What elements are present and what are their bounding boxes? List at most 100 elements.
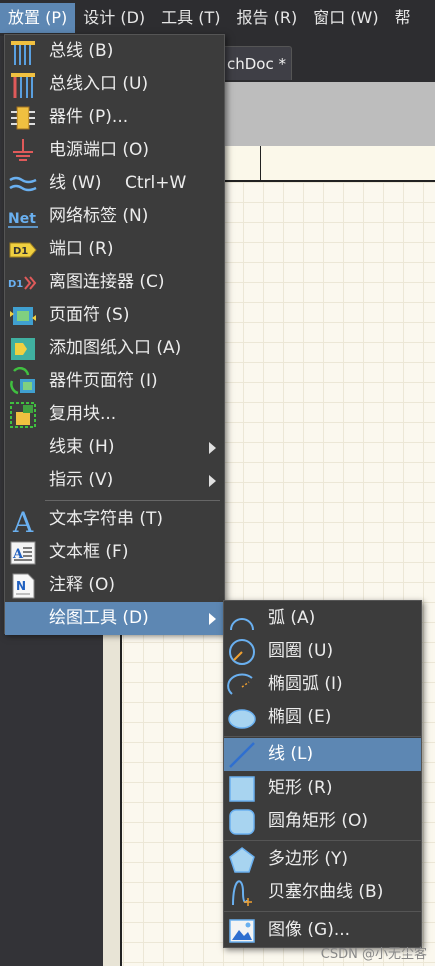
submenu-item-line[interactable]: 线 (L) [224, 738, 421, 771]
submenu-arrow-icon [209, 442, 216, 454]
menu-help[interactable]: 帮 [387, 3, 419, 33]
round-rectangle-icon [229, 809, 255, 835]
svg-text:N: N [16, 579, 26, 593]
power-port-icon [13, 139, 33, 161]
menu-separator [224, 911, 421, 912]
menu-separator [45, 500, 220, 501]
menu-item-note[interactable]: N 注释 (O) [5, 569, 224, 602]
submenu-item-label: 椭圆 (E) [268, 707, 332, 727]
net-label-icon: Net [8, 211, 38, 228]
menu-item-power-port[interactable]: 电源端口 (O) [5, 134, 224, 167]
menu-item-label: 总线 (B) [49, 41, 114, 61]
menu-place[interactable]: 放置 (P) [0, 3, 76, 33]
menu-item-net-label[interactable]: Net 网络标签 (N) [5, 200, 224, 233]
menu-item-label: 离图连接器 (C) [49, 272, 165, 292]
rectangle-icon [229, 776, 255, 802]
submenu-item-label: 圆角矩形 (O) [268, 811, 369, 831]
text-frame-icon: A [10, 541, 36, 565]
submenu-item-round-rectangle[interactable]: 圆角矩形 (O) [224, 805, 421, 838]
submenu-item-arc[interactable]: 弧 (A) [224, 602, 421, 635]
drawing-tools-submenu: 弧 (A) 圆圈 (U) 椭圆弧 (I) 椭圆 (E) 线 (L) 矩形 (R) [223, 600, 422, 948]
menu-item-label: 指示 (V) [49, 470, 114, 490]
device-sheet-symbol-icon [10, 367, 35, 395]
submenu-arrow-icon [209, 475, 216, 487]
menu-item-label: 文本字符串 (T) [49, 509, 164, 529]
menu-reports[interactable]: 报告 (R) [229, 3, 306, 33]
menu-item-reuse-block[interactable]: 复用块... [5, 398, 224, 431]
menu-item-sheet-symbol[interactable]: 页面符 (S) [5, 299, 224, 332]
submenu-item-label: 椭圆弧 (I) [268, 674, 343, 694]
bus-icon [11, 41, 35, 65]
submenu-item-label: 矩形 (R) [268, 778, 333, 798]
sheet-entry-icon [11, 338, 35, 360]
arc-icon [230, 618, 254, 631]
menu-bar: 放置 (P) 设计 (D) 工具 (T) 报告 (R) 窗口 (W) 帮 [0, 0, 435, 36]
menu-item-label: 复用块... [49, 404, 117, 424]
polygon-icon [229, 847, 255, 873]
menu-item-label: 器件页面符 (I) [49, 371, 158, 391]
svg-text:Net: Net [8, 211, 36, 227]
submenu-item-bezier[interactable]: 贝塞尔曲线 (B) [224, 876, 421, 909]
place-menu: 总线 (B) 总线入口 (U) 器件 (P)... 电源端口 (O) 线 (W)… [4, 34, 225, 635]
menu-item-label: 添加图纸入口 (A) [49, 338, 182, 358]
menu-item-off-sheet-connector[interactable]: D1 离图连接器 (C) [5, 266, 224, 299]
menu-item-label: 线 (W) [49, 173, 102, 193]
menu-item-text-frame[interactable]: A 文本框 (F) [5, 536, 224, 569]
menu-item-add-sheet-entry[interactable]: 添加图纸入口 (A) [5, 332, 224, 365]
menu-item-label: 注释 (O) [49, 575, 116, 595]
sheet-symbol-icon [10, 307, 36, 325]
menu-item-label: 总线入口 (U) [49, 74, 149, 94]
text-string-icon: A [12, 506, 34, 535]
menu-item-text-string[interactable]: A 文本字符串 (T) [5, 503, 224, 536]
document-tab[interactable]: chDoc * [216, 46, 292, 80]
note-icon: N [12, 573, 35, 599]
menu-item-part[interactable]: 器件 (P)... [5, 101, 224, 134]
menu-item-label: 文本框 (F) [49, 542, 129, 562]
elliptical-arc-icon [227, 673, 253, 695]
image-icon [229, 919, 255, 943]
shortcut-label: Ctrl+W [125, 173, 187, 193]
ellipse-icon [228, 709, 256, 729]
reuse-block-icon [10, 402, 36, 428]
submenu-item-circle[interactable]: 圆圈 (U) [224, 635, 421, 668]
menu-design[interactable]: 设计 (D) [75, 3, 153, 33]
menu-item-drawing-tools[interactable]: 绘图工具 (D) [5, 602, 224, 635]
menu-item-label: 电源端口 (O) [49, 140, 150, 160]
circle-icon [229, 639, 255, 665]
submenu-item-ellipse[interactable]: 椭圆 (E) [224, 701, 421, 734]
menu-tools[interactable]: 工具 (T) [153, 3, 228, 33]
port-icon: D1 [9, 242, 37, 258]
menu-window[interactable]: 窗口 (W) [305, 3, 386, 33]
bezier-icon [232, 880, 252, 906]
menu-item-device-sheet-symbol[interactable]: 器件页面符 (I) [5, 365, 224, 398]
bus-entry-icon [11, 73, 35, 98]
menu-item-directives[interactable]: 指示 (V) [5, 464, 224, 497]
menu-item-bus[interactable]: 总线 (B) [5, 35, 224, 68]
menu-separator [224, 840, 421, 841]
submenu-item-label: 线 (L) [268, 744, 314, 764]
wire-icon [9, 176, 37, 192]
submenu-arrow-icon [209, 613, 216, 625]
menu-item-port[interactable]: D1 端口 (R) [5, 233, 224, 266]
menu-item-label: 线束 (H) [49, 437, 115, 457]
svg-text:D1: D1 [8, 279, 23, 290]
menu-item-wire[interactable]: 线 (W) Ctrl+W [5, 167, 224, 200]
menu-item-label: 网络标签 (N) [49, 206, 149, 226]
line-icon [229, 742, 255, 768]
menu-separator [224, 736, 421, 737]
menu-item-bus-entry[interactable]: 总线入口 (U) [5, 68, 224, 101]
submenu-item-polygon[interactable]: 多边形 (Y) [224, 843, 421, 876]
submenu-item-label: 弧 (A) [268, 608, 316, 628]
menu-item-harness[interactable]: 线束 (H) [5, 431, 224, 464]
watermark: CSDN @小无尘客 [320, 947, 427, 962]
submenu-item-rectangle[interactable]: 矩形 (R) [224, 772, 421, 805]
menu-item-label: 端口 (R) [49, 239, 114, 259]
off-sheet-connector-icon: D1 [8, 276, 37, 290]
menu-item-label: 绘图工具 (D) [49, 608, 149, 628]
svg-text:A: A [12, 506, 34, 535]
menu-item-label: 页面符 (S) [49, 305, 130, 325]
submenu-item-label: 多边形 (Y) [268, 849, 349, 869]
submenu-item-label: 圆圈 (U) [268, 641, 334, 661]
submenu-item-label: 贝塞尔曲线 (B) [268, 882, 384, 902]
submenu-item-elliptical-arc[interactable]: 椭圆弧 (I) [224, 668, 421, 701]
